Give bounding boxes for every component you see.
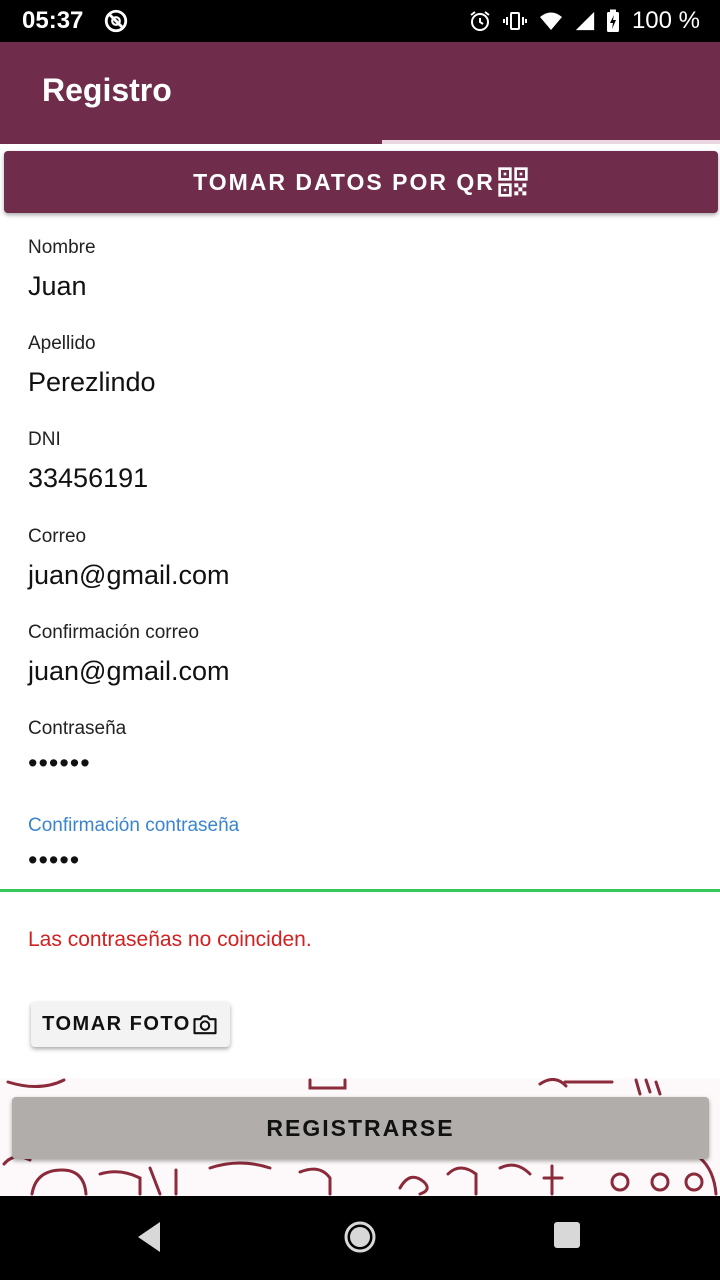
wifi-icon [539,12,562,30]
scan-qr-button-label: TOMAR DATOS POR QR [193,168,495,195]
app-bar: Registro [0,42,720,140]
password-input[interactable]: •••••• [28,748,688,778]
first-name-label: Nombre [28,237,96,258]
first-name-input[interactable]: Juan [28,271,688,302]
email-label: Correo [28,526,87,547]
vibrate-icon [502,12,527,30]
recents-icon[interactable] [553,1221,581,1249]
email-confirm-label: Confirmación correo [28,622,200,643]
system-nav-bar [0,1196,720,1280]
password-field[interactable]: Contraseña •••••• [28,718,688,778]
register-button[interactable]: REGISTRARSE [12,1097,709,1159]
dni-field[interactable]: DNI 33456191 [28,429,688,494]
camera-icon [193,1014,217,1034]
password-label: Contraseña [28,718,127,739]
scan-qr-button[interactable]: TOMAR DATOS POR QR [4,151,718,213]
password-mismatch-error: Las contraseñas no coinciden. [28,928,312,951]
first-name-field[interactable]: Nombre Juan [28,237,688,302]
last-name-input[interactable]: Perezlindo [28,367,688,398]
registration-screen: 05:37 100 % Registro TOMAR DATOS POR QR … [0,0,720,1280]
signal-icon [575,11,595,31]
register-button-label: REGISTRARSE [266,1114,455,1141]
battery-level: 100 % [631,7,700,34]
alarm-icon [470,11,490,31]
dni-input[interactable]: 33456191 [28,463,688,494]
dni-label: DNI [28,429,61,450]
do-not-disturb-icon [105,9,128,33]
back-icon[interactable] [134,1220,164,1254]
take-photo-button-label: TOMAR FOTO [42,1013,191,1035]
email-confirm-input[interactable]: juan@gmail.com [28,656,688,687]
progress-indicator [0,140,720,144]
page-title: Registro [42,72,172,108]
password-confirm-input[interactable]: ••••• [28,845,688,875]
progress-fill [0,140,382,144]
status-time: 05:37 [22,7,84,34]
email-field[interactable]: Correo juan@gmail.com [28,526,688,591]
battery-charging-icon [606,9,619,32]
password-confirm-field[interactable]: Confirmación contraseña ••••• [28,815,688,875]
last-name-label: Apellido [28,333,96,354]
email-input[interactable]: juan@gmail.com [28,560,688,591]
home-icon[interactable] [343,1220,377,1254]
status-icons: 100 % [468,7,700,35]
last-name-field[interactable]: Apellido Perezlindo [28,333,688,398]
take-photo-button[interactable]: TOMAR FOTO [31,1002,230,1047]
password-confirm-label: Confirmación contraseña [28,815,240,836]
email-confirm-field[interactable]: Confirmación correo juan@gmail.com [28,622,688,687]
focused-field-underline [0,889,720,892]
qr-code-icon [498,167,528,197]
status-bar: 05:37 100 % [0,0,720,42]
